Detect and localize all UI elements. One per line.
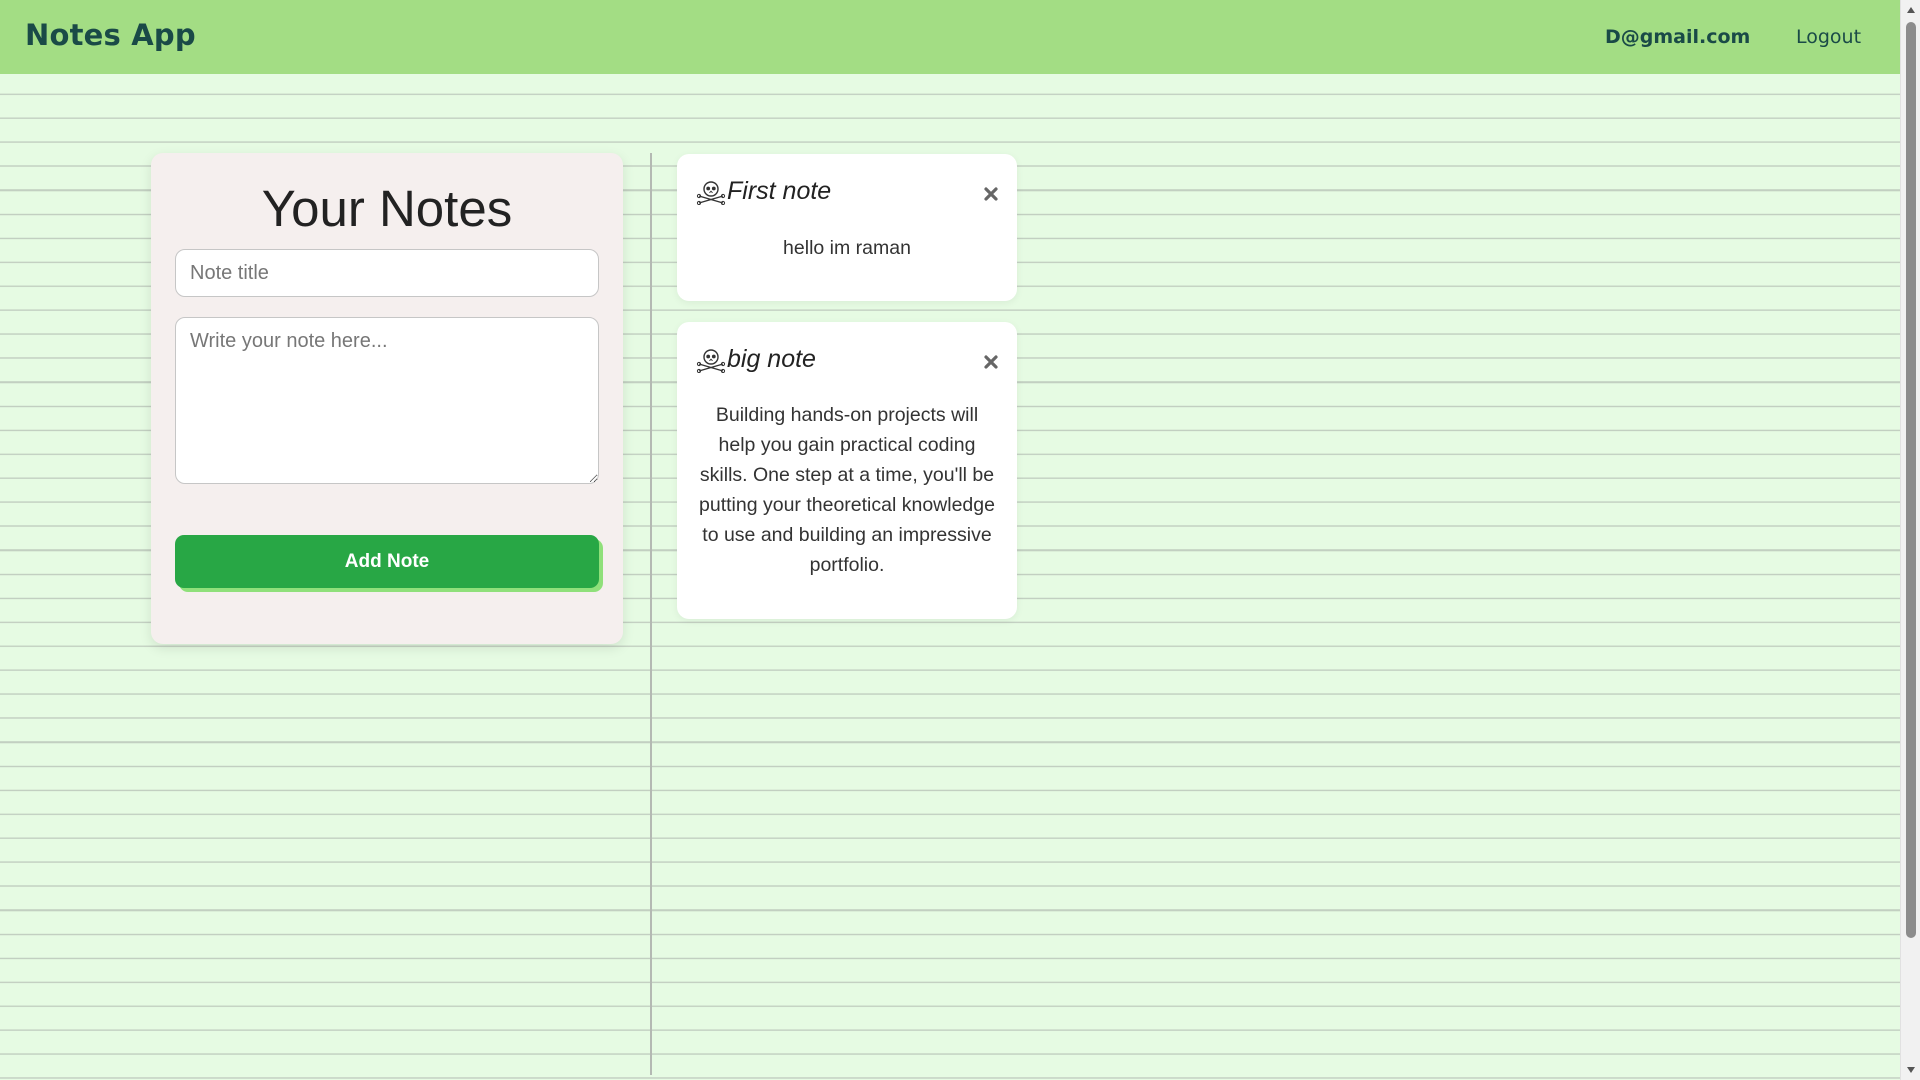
add-note-button[interactable]: Add Note bbox=[175, 535, 599, 588]
note-card: big note Building hands-on projects will… bbox=[677, 322, 1017, 619]
note-header: First note bbox=[696, 177, 831, 206]
scroll-up-arrow-icon[interactable] bbox=[1905, 4, 1917, 16]
note-title: First note bbox=[727, 177, 832, 205]
note-body: Building hands-on projects will help you… bbox=[699, 404, 995, 576]
note-header: big note bbox=[696, 345, 816, 374]
close-icon[interactable] bbox=[983, 354, 999, 370]
app-brand[interactable]: Notes App bbox=[25, 18, 196, 52]
note-title: big note bbox=[727, 345, 816, 373]
note-card: First note hello im raman bbox=[677, 154, 1017, 301]
vertical-scrollbar[interactable] bbox=[1900, 0, 1920, 1080]
note-body: hello im raman bbox=[783, 237, 911, 259]
skull-icon bbox=[696, 348, 726, 373]
close-icon[interactable] bbox=[983, 186, 999, 202]
column-divider bbox=[650, 153, 652, 1075]
scroll-thumb[interactable] bbox=[1906, 22, 1916, 938]
note-form-panel: Your Notes Add Note bbox=[151, 153, 623, 644]
scroll-down-arrow-icon[interactable] bbox=[1905, 1064, 1917, 1076]
skull-icon bbox=[696, 180, 726, 205]
user-email: D@gmail.com bbox=[1605, 26, 1751, 48]
note-title-input[interactable] bbox=[175, 249, 599, 297]
form-title: Your Notes bbox=[261, 180, 513, 237]
logout-link[interactable]: Logout bbox=[1796, 26, 1861, 48]
top-nav-bar: Notes App D@gmail.com Logout bbox=[0, 0, 1900, 74]
note-body-textarea[interactable] bbox=[175, 317, 599, 484]
